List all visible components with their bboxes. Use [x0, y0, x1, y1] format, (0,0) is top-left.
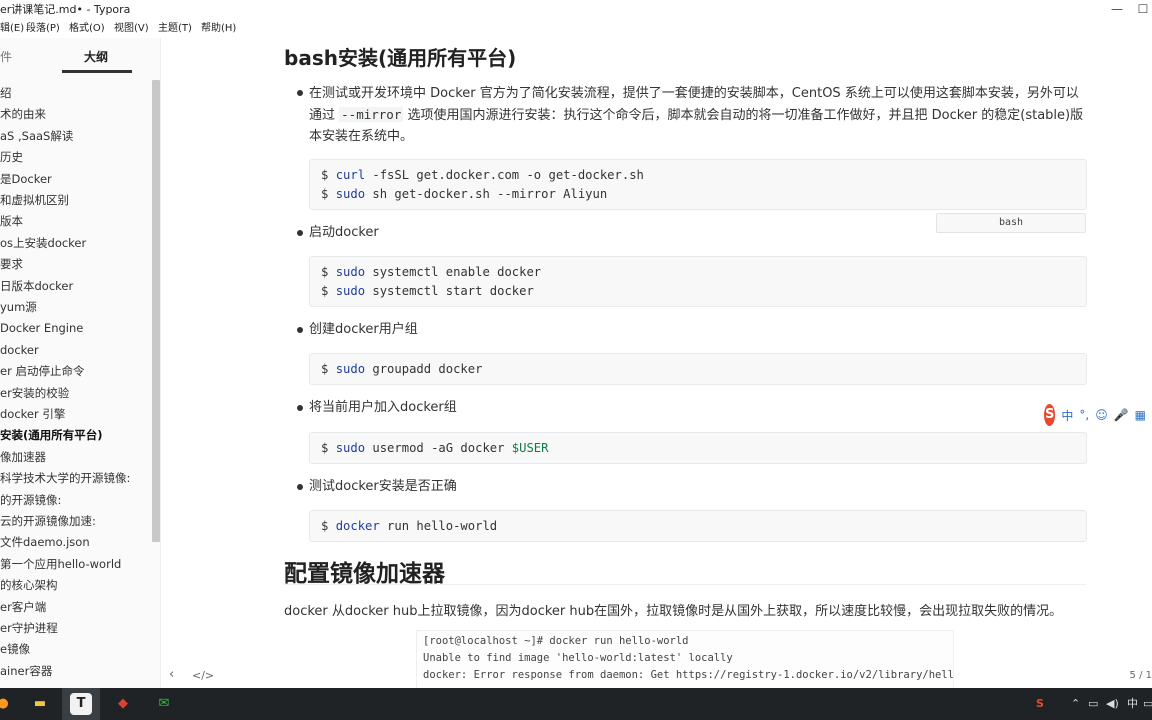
- mirror-option-code: --mirror: [339, 107, 404, 122]
- outline-item[interactable]: 是Docker: [0, 169, 152, 190]
- outline-item[interactable]: Docker Engine: [0, 318, 152, 339]
- ime-toolbar[interactable]: S 中 °, ☺ 🎤 ▦: [1044, 404, 1152, 426]
- menu-format[interactable]: 格式(O): [69, 19, 105, 38]
- heading-mirror-accelerator: 配置镜像加速器: [284, 561, 445, 587]
- code-line: $ sudo sh get-docker.sh --mirror Aliyun: [321, 187, 608, 201]
- outline-item[interactable]: ainer容器: [0, 661, 152, 682]
- ime-chinese-mode[interactable]: 中: [1061, 407, 1073, 424]
- list-item-add-user: 将当前用户加入docker组: [309, 400, 457, 415]
- terminal-line: Unable to find image 'hello-world:latest…: [423, 652, 733, 664]
- mirror-paragraph: docker 从docker hub上拉取镜像，因为docker hub在国外，…: [284, 604, 1063, 619]
- outline-item[interactable]: er客户端: [0, 597, 152, 618]
- tab-files[interactable]: 件: [0, 48, 12, 65]
- ime-emoji-icon[interactable]: ☺: [1095, 408, 1108, 422]
- outline-item[interactable]: 历史: [0, 147, 152, 168]
- sogou-tray-icon[interactable]: S: [1036, 688, 1044, 720]
- list-item-test: 测试docker安装是否正确: [309, 479, 457, 494]
- snipaste-icon[interactable]: ◆: [112, 693, 134, 715]
- menu-help[interactable]: 帮助(H): [201, 19, 236, 38]
- heading-bash-install: bash安装(通用所有平台): [284, 46, 517, 70]
- sidebar: 件 大纲 绍术的由来 aS ,SaaS解读 历史 是Docker 和虚拟机区别 版本 os上…: [0, 38, 161, 688]
- list-bullet: [297, 230, 303, 236]
- outline-item[interactable]: e镜像: [0, 639, 152, 660]
- title-bar: er讲课笔记.md• - Typora — ☐: [0, 0, 1152, 19]
- outline-item[interactable]: docker: [0, 340, 152, 361]
- volume-icon[interactable]: ◀): [1106, 688, 1119, 720]
- code-line: $ docker run hello-world: [321, 519, 498, 533]
- sidebar-toggle-button[interactable]: ‹: [169, 667, 174, 682]
- menu-theme[interactable]: 主题(T): [158, 19, 192, 38]
- outline-item[interactable]: er 启动停止命令: [0, 361, 152, 382]
- outline-item[interactable]: er安装的校验: [0, 383, 152, 404]
- terminal-line: [root@localhost ~]# docker run hello-wor…: [423, 635, 689, 647]
- tray-expand-icon[interactable]: ⌃: [1071, 688, 1080, 720]
- outline-item[interactable]: yum源: [0, 297, 152, 318]
- intro-paragraph: 在测试或开发环境中 Docker 官方为了简化安装流程，提供了一套便捷的安装脚本…: [309, 86, 1084, 144]
- sogou-logo-icon[interactable]: S: [1044, 404, 1056, 426]
- outline-item[interactable]: 的核心架构: [0, 575, 152, 596]
- ime-punctuation-icon[interactable]: °,: [1079, 408, 1089, 422]
- code-line: $ curl -fsSL get.docker.com -o get-docke…: [321, 168, 644, 182]
- wechat-icon[interactable]: ✉: [153, 693, 175, 715]
- heading-divider: [284, 584, 1086, 585]
- outline-item[interactable]: 像加速器: [0, 447, 152, 468]
- menu-edit[interactable]: 辑(E): [0, 19, 24, 38]
- list-bullet: [297, 327, 303, 333]
- menu-paragraph[interactable]: 段落(P): [26, 19, 60, 38]
- menu-view[interactable]: 视图(V): [114, 19, 149, 38]
- outline-item[interactable]: 安装(通用所有平台): [0, 425, 152, 446]
- code-block-start[interactable]: $ sudo systemctl enable docker $ sudo sys…: [309, 256, 1087, 307]
- code-block-install[interactable]: $ curl -fsSL get.docker.com -o get-docke…: [309, 159, 1087, 210]
- list-bullet: [297, 90, 303, 96]
- source-mode-button[interactable]: </>: [192, 669, 214, 682]
- maximize-button[interactable]: ☐: [1128, 0, 1152, 19]
- outline-item[interactable]: 和虚拟机区别: [0, 190, 152, 211]
- outline-item[interactable]: 文件daemo.json: [0, 532, 152, 553]
- input-language-indicator[interactable]: 中: [1127, 688, 1138, 720]
- code-line: $ sudo systemctl enable docker: [321, 265, 542, 279]
- list-bullet: [297, 405, 303, 411]
- list-bullet: [297, 484, 303, 490]
- window-title: er讲课笔记.md• - Typora: [0, 3, 131, 16]
- code-block-groupadd[interactable]: $ sudo groupadd docker: [309, 353, 1087, 385]
- file-explorer-icon[interactable]: ▬: [29, 693, 51, 715]
- list-item-start-docker: 启动docker: [309, 225, 379, 240]
- outline-item[interactable]: 的开源镜像:: [0, 490, 152, 511]
- outline-item[interactable]: 日版本docker: [0, 276, 152, 297]
- firefox-icon[interactable]: ●: [0, 693, 14, 715]
- outline-item[interactable]: 绍: [0, 83, 152, 104]
- active-tab-indicator: [62, 70, 132, 73]
- battery-icon[interactable]: ▭: [1088, 688, 1098, 720]
- typora-icon[interactable]: T: [70, 693, 92, 715]
- outline-item[interactable]: 版本: [0, 211, 152, 232]
- ime-toolbox-icon[interactable]: ▦: [1135, 408, 1146, 422]
- code-block-usermod[interactable]: $ sudo usermod -aG docker $USER: [309, 432, 1087, 464]
- code-line: $ sudo systemctl start docker: [321, 284, 534, 298]
- taskbar: ● ▬ T ◆ ✉ S ⌃ ▭ ◀) 中 ▭: [0, 688, 1152, 720]
- outline-item[interactable]: aS ,SaaS解读: [0, 126, 152, 147]
- menu-bar: 辑(E) 段落(P) 格式(O) 视图(V) 主题(T) 帮助(H): [0, 19, 1152, 38]
- outline-item[interactable]: 科学技术大学的开源镜像:: [0, 468, 152, 489]
- page-counter: 5 / 1: [1129, 670, 1152, 681]
- outline-item[interactable]: 术的由来: [0, 104, 152, 125]
- outline-item[interactable]: os上安装docker: [0, 233, 152, 254]
- list-item-create-group: 创建docker用户组: [309, 322, 418, 337]
- tab-outline[interactable]: 大纲: [84, 48, 108, 65]
- ime-voice-icon[interactable]: 🎤: [1114, 408, 1129, 422]
- terminal-screenshot-image: [root@localhost ~]# docker run hello-wor…: [416, 630, 954, 688]
- sidebar-scrollbar[interactable]: [152, 80, 160, 542]
- code-block-hello[interactable]: $ docker run hello-world: [309, 510, 1087, 542]
- code-line: $ sudo groupadd docker: [321, 362, 483, 376]
- terminal-line: docker: Error response from daemon: Get …: [423, 669, 954, 681]
- outline-item[interactable]: er守护进程: [0, 618, 152, 639]
- outline-item[interactable]: docker 引擎: [0, 404, 152, 425]
- editor-content[interactable]: bash安装(通用所有平台) 在测试或开发环境中 Docker 官方为了简化安装…: [161, 38, 1152, 688]
- notification-icon[interactable]: ▭: [1143, 688, 1152, 720]
- outline-item[interactable]: 要求: [0, 254, 152, 275]
- outline-item[interactable]: 云的开源镜像加速:: [0, 511, 152, 532]
- outline-item[interactable]: 第一个应用hello-world: [0, 554, 152, 575]
